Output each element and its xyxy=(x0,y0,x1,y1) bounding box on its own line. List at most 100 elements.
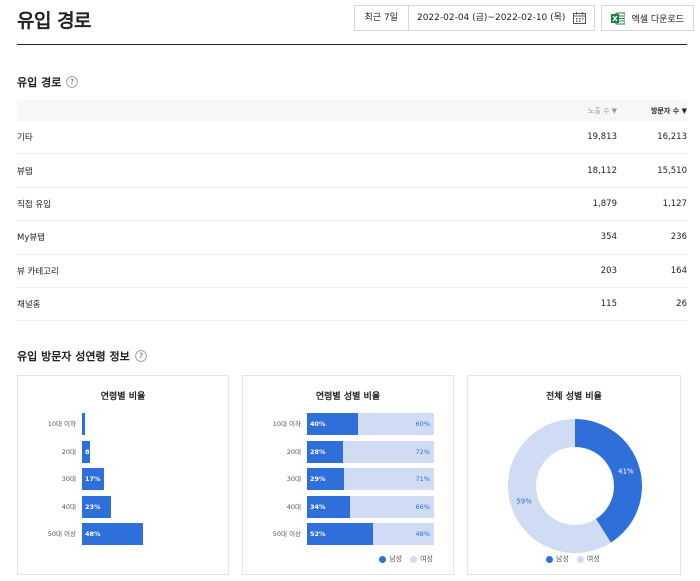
male-bar[interactable]: 34% xyxy=(307,495,351,518)
gender-bar-track: 71% 29% xyxy=(307,468,434,490)
age-bar-track xyxy=(82,413,209,435)
age-bar-label: 48% xyxy=(85,530,101,538)
female-bar-label: 72% xyxy=(415,447,430,456)
visitors-column-header[interactable]: 방문자 수 ▼ xyxy=(617,106,687,116)
source-name: 뷰탭 xyxy=(17,166,33,177)
age-category-label: 40대 xyxy=(61,502,76,511)
gender-bar-row: 40대 66% 34% xyxy=(243,495,453,518)
traffic-table: 노출 수 ▼ 방문자 수 ▼ 기타 19,813 16,213 뷰탭 18,112 15,… xyxy=(17,100,687,322)
male-bar[interactable]: 40% xyxy=(307,413,358,435)
legend-male: 남성 xyxy=(546,554,569,564)
age-bar[interactable]: 17% xyxy=(82,468,104,490)
gender-bar-row: 50대 이상 48% 52% xyxy=(243,523,453,545)
male-slice-label: 41% xyxy=(618,468,634,476)
age-category-label: 40대 xyxy=(286,502,301,511)
age-bar-track: 23% xyxy=(82,495,209,518)
impressions-value: 1,879 xyxy=(592,198,617,209)
header-divider xyxy=(17,44,687,45)
legend-female: 여성 xyxy=(576,554,600,564)
age-category-label: 20대 xyxy=(286,447,301,456)
age-ratio-title: 연령별 비율 xyxy=(100,392,146,402)
female-bar-label: 71% xyxy=(415,475,430,483)
table-row: 뷰 카테고리 203 164 xyxy=(17,255,687,288)
date-range-picker[interactable]: 2022-02-04 (금)~2022-02-10 (목) xyxy=(409,6,594,30)
table-header: 노출 수 ▼ 방문자 수 ▼ xyxy=(17,100,687,121)
source-name: 기타 xyxy=(17,133,33,144)
male-bar[interactable]: 28% xyxy=(307,440,343,463)
page-title: 유입 경로 xyxy=(17,10,92,32)
female-bar-label: 48% xyxy=(415,530,430,538)
impressions-value: 19,813 xyxy=(587,132,617,143)
demographics-section-label: 유입 방문자 성연령 정보 xyxy=(17,350,130,363)
gender-ratio-card: 전체 성별 비율 41% 59% 남성 여성 xyxy=(467,375,681,575)
visitors-value: 236 xyxy=(670,232,687,243)
female-bar-label: 66% xyxy=(415,502,430,511)
age-bar-track: 48% xyxy=(82,523,209,545)
impressions-value: 203 xyxy=(600,265,617,276)
age-bar[interactable]: 23% xyxy=(82,495,112,518)
table-row: 채널홈 115 26 xyxy=(17,288,687,322)
source-name: 직접 유입 xyxy=(17,199,51,210)
table-row: My뷰탭 354 236 xyxy=(17,221,687,255)
age-category-label: 10대 이하 xyxy=(272,420,301,428)
legend-female: 여성 xyxy=(410,554,433,564)
gender-bar-row: 20대 72% 28% xyxy=(243,440,453,463)
male-bar-label: 40% xyxy=(310,420,326,428)
age-category-label: 10대 이하 xyxy=(47,420,76,428)
table-row: 기타 19,813 16,213 xyxy=(17,121,687,155)
table-row: 직접 유입 1,879 1,127 xyxy=(17,188,687,222)
visitors-value: 15,510 xyxy=(657,165,687,176)
age-category-label: 50대 이상 xyxy=(272,530,301,538)
visitors-value: 26 xyxy=(676,299,687,310)
impressions-value: 18,112 xyxy=(587,165,617,176)
male-bar-label: 34% xyxy=(310,502,326,511)
source-name: My뷰탭 xyxy=(17,233,46,244)
date-selector: 최근 7일 2022-02-04 (금)~2022-02-10 (목) xyxy=(353,5,596,31)
help-icon[interactable]: ? xyxy=(134,350,147,362)
demographics-section-title: 유입 방문자 성연령 정보 ? xyxy=(17,348,147,364)
age-bar[interactable] xyxy=(82,413,85,435)
age-bar-track: 8 xyxy=(82,440,209,463)
age-category-label: 30대 xyxy=(286,475,301,483)
age-bar-row: 20대 8 xyxy=(18,440,228,463)
date-range-text: 2022-02-04 (금)~2022-02-10 (목) xyxy=(416,13,566,23)
help-icon[interactable]: ? xyxy=(66,76,79,88)
age-gender-title: 연령별 성별 비율 xyxy=(315,392,381,402)
legend-male: 남성 xyxy=(379,554,402,564)
age-bar-label: 23% xyxy=(85,502,101,511)
source-name: 뷰 카테고리 xyxy=(17,266,59,277)
gender-bar-track: 72% 28% xyxy=(307,440,434,463)
age-category-label: 30대 xyxy=(61,475,76,483)
gender-bar-track: 48% 52% xyxy=(307,523,434,545)
female-bar[interactable]: 71% xyxy=(343,468,434,490)
age-bar[interactable]: 8 xyxy=(82,440,90,463)
female-bar[interactable]: 48% xyxy=(373,523,434,545)
age-bar-row: 50대 이상 48% xyxy=(18,523,228,545)
age-gender-card: 연령별 성별 비율 10대 이하 60% 40% 20대 72% 28% 30대 71% 29%… xyxy=(242,375,454,575)
female-bar[interactable]: 72% xyxy=(342,440,434,463)
age-bar-row: 10대 이하 xyxy=(18,413,228,435)
male-bar-label: 52% xyxy=(310,530,326,538)
period-button[interactable]: 최근 7일 xyxy=(355,6,409,30)
age-category-label: 50대 이상 xyxy=(47,530,76,538)
excel-download-button[interactable]: 엑셀 다운로드 xyxy=(601,5,694,31)
age-bar-label: 8 xyxy=(85,447,90,456)
traffic-section-label: 유입 경로 xyxy=(17,76,62,89)
male-bar[interactable]: 29% xyxy=(307,468,344,490)
toolbar: 최근 7일 2022-02-04 (금)~2022-02-10 (목) 엑셀 다… xyxy=(353,5,694,31)
visitors-value: 164 xyxy=(670,265,687,276)
male-bar[interactable]: 52% xyxy=(307,523,374,545)
visitors-value: 1,127 xyxy=(662,198,687,209)
female-bar-label: 60% xyxy=(415,420,430,428)
impressions-column-header[interactable]: 노출 수 ▼ xyxy=(547,106,617,116)
svg-text:?: ? xyxy=(70,78,74,87)
male-bar-label: 29% xyxy=(310,475,326,483)
age-bar[interactable]: 48% xyxy=(82,523,143,545)
age-ratio-card: 연령별 비율 10대 이하 20대 8 30대 17% 40대 23% 50대 이상 48% xyxy=(17,375,229,575)
age-gender-legend: 남성 여성 xyxy=(379,554,433,564)
female-bar[interactable]: 66% xyxy=(350,495,434,518)
age-bar-row: 30대 17% xyxy=(18,468,228,490)
female-bar[interactable]: 60% xyxy=(357,413,434,435)
calendar-icon[interactable] xyxy=(573,12,587,24)
impressions-value: 115 xyxy=(600,299,617,310)
